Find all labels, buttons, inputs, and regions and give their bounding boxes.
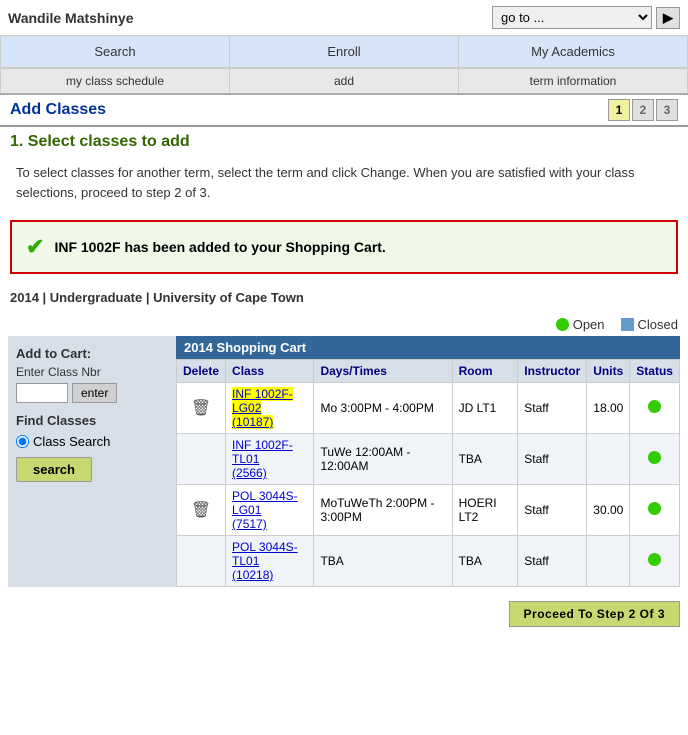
page-title: Add Classes [10, 101, 106, 119]
goto-container: go to ... ▶ [492, 6, 680, 29]
class-link[interactable]: INF 1002F-TL01 (2566) [232, 438, 293, 480]
cart-title: 2014 Shopping Cart [176, 336, 680, 359]
room-cell: JD LT1 [452, 383, 518, 434]
section-header: 1. Select classes to add [0, 127, 688, 157]
goto-button[interactable]: ▶ [656, 7, 680, 29]
enter-button[interactable]: enter [72, 383, 117, 403]
goto-select[interactable]: go to ... [492, 6, 652, 29]
find-classes-label: Find Classes [16, 413, 168, 428]
header: Wandile Matshinye go to ... ▶ [0, 0, 688, 35]
delete-cell: 🗑 [177, 383, 226, 434]
units-cell: 18.00 [587, 383, 630, 434]
instructor-cell: Staff [518, 383, 587, 434]
class-nbr-row: enter [16, 383, 168, 403]
class-cell: POL 3044S-TL01 (10218) [226, 536, 314, 587]
room-cell: TBA [452, 434, 518, 485]
open-dot [556, 318, 569, 331]
steps-indicator: 1 2 3 [606, 99, 678, 121]
status-cell [630, 485, 680, 536]
class-link[interactable]: POL 3044S-LG01 (7517) [232, 489, 298, 531]
sub-tab-term-info[interactable]: term information [458, 68, 688, 93]
closed-dot [621, 318, 634, 331]
section-title: 1. Select classes to add [10, 133, 190, 150]
table-row: 🗑 POL 3044S-LG01 (7517) MoTuWeTh 2:00PM - … [177, 485, 680, 536]
instructor-cell: Staff [518, 536, 587, 587]
shopping-cart-table: Delete Class Days/Times Room Instructor … [176, 359, 680, 587]
class-cell: INF 1002F-LG02 (10187) [226, 383, 314, 434]
table-row: INF 1002F-TL01 (2566) TuWe 12:00AM - 12:0… [177, 434, 680, 485]
legend-open: Open [556, 317, 605, 332]
units-cell [587, 434, 630, 485]
class-nbr-input[interactable] [16, 383, 68, 403]
instructor-cell: Staff [518, 434, 587, 485]
legend-closed: Closed [621, 317, 678, 332]
col-instructor: Instructor [518, 360, 587, 383]
status-cell [630, 383, 680, 434]
proceed-row: Proceed To Step 2 Of 3 [0, 595, 688, 633]
delete-cell [177, 536, 226, 587]
status-open-dot [648, 451, 661, 464]
col-status: Status [630, 360, 680, 383]
closed-label: Closed [638, 317, 678, 332]
status-open-dot [648, 502, 661, 515]
nav-tabs: Search Enroll My Academics [0, 35, 688, 68]
legend-row: Open Closed [0, 313, 688, 336]
tab-enroll[interactable]: Enroll [229, 35, 458, 67]
success-message-box: ✔ INF 1002F has been added to your Shopp… [10, 220, 678, 274]
status-open-dot [648, 400, 661, 413]
units-cell [587, 536, 630, 587]
class-cell: POL 3044S-LG01 (7517) [226, 485, 314, 536]
table-row: 🗑 INF 1002F-LG02 (10187) Mo 3:00PM - 4:00P… [177, 383, 680, 434]
right-panel: 2014 Shopping Cart Delete Class Days/Tim… [176, 336, 680, 587]
units-cell: 30.00 [587, 485, 630, 536]
sub-tab-schedule[interactable]: my class schedule [0, 68, 229, 93]
col-delete: Delete [177, 360, 226, 383]
sub-tab-add[interactable]: add [229, 68, 458, 93]
room-cell: TBA [452, 536, 518, 587]
days-times-cell: Mo 3:00PM - 4:00PM [314, 383, 452, 434]
enter-class-nbr-label: Enter Class Nbr [16, 365, 168, 379]
status-cell [630, 434, 680, 485]
days-times-cell: TBA [314, 536, 452, 587]
col-units: Units [587, 360, 630, 383]
user-name: Wandile Matshinye [8, 10, 134, 26]
tab-my-academics[interactable]: My Academics [458, 35, 688, 67]
main-content: Add to Cart: Enter Class Nbr enter Find … [0, 336, 688, 595]
days-times-cell: MoTuWeTh 2:00PM - 3:00PM [314, 485, 452, 536]
term-info: 2014 | Undergraduate | University of Cap… [0, 286, 688, 313]
col-class: Class [226, 360, 314, 383]
sub-tabs: my class schedule add term information [0, 68, 688, 95]
step-2: 2 [632, 99, 654, 121]
checkmark-icon: ✔ [26, 234, 44, 260]
open-label: Open [573, 317, 605, 332]
left-panel: Add to Cart: Enter Class Nbr enter Find … [8, 336, 176, 587]
class-link[interactable]: POL 3044S-TL01 (10218) [232, 540, 298, 582]
step-3: 3 [656, 99, 678, 121]
col-days-times: Days/Times [314, 360, 452, 383]
delete-cell [177, 434, 226, 485]
status-open-dot [648, 553, 661, 566]
days-times-cell: TuWe 12:00AM - 12:00AM [314, 434, 452, 485]
room-cell: HOERI LT2 [452, 485, 518, 536]
tab-search[interactable]: Search [0, 35, 229, 67]
class-search-radio-label: Class Search [33, 434, 110, 449]
success-text: INF 1002F has been added to your Shoppin… [54, 239, 385, 255]
proceed-button[interactable]: Proceed To Step 2 Of 3 [509, 601, 680, 627]
class-search-radio-row: Class Search [16, 434, 168, 449]
status-cell [630, 536, 680, 587]
step-1: 1 [608, 99, 630, 121]
delete-cell: 🗑 [177, 485, 226, 536]
add-to-cart-label: Add to Cart: [16, 346, 168, 361]
search-button[interactable]: search [16, 457, 92, 482]
class-cell: INF 1002F-TL01 (2566) [226, 434, 314, 485]
delete-icon[interactable]: 🗑 [191, 400, 211, 417]
table-row: POL 3044S-TL01 (10218)TBATBAStaff [177, 536, 680, 587]
description: To select classes for another term, sele… [0, 157, 688, 212]
class-link[interactable]: INF 1002F-LG02 (10187) [232, 387, 293, 429]
col-room: Room [452, 360, 518, 383]
delete-icon[interactable]: 🗑 [191, 502, 211, 519]
instructor-cell: Staff [518, 485, 587, 536]
class-search-radio[interactable] [16, 435, 29, 448]
